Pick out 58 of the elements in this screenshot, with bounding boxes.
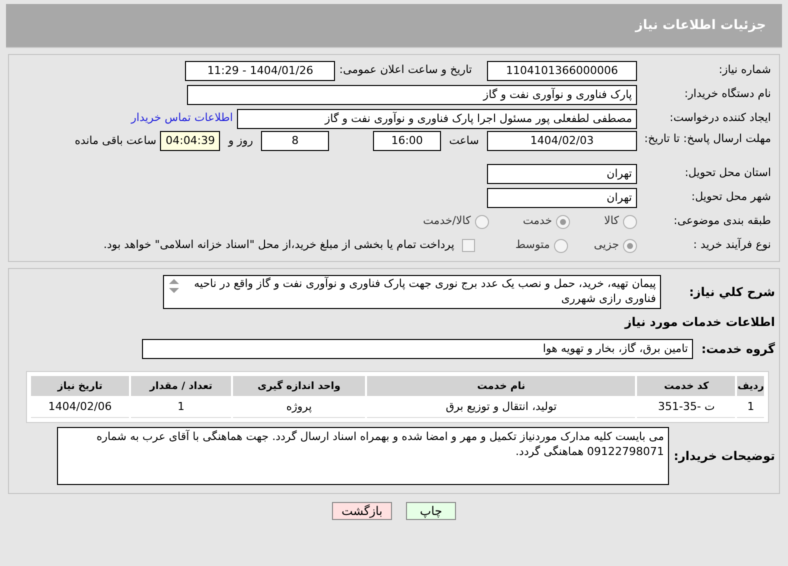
column-header: واحد اندازه گیری bbox=[233, 376, 365, 396]
field-label: استان محل تحویل: bbox=[684, 165, 772, 182]
remaining-label: ساعت باقی مانده bbox=[74, 133, 156, 149]
scroll-arrows-icon bbox=[168, 278, 180, 294]
table-cell: تولید، انتقال و توزیع برق bbox=[367, 398, 636, 418]
radio-button[interactable] bbox=[556, 214, 570, 228]
field-value: تهران bbox=[487, 164, 637, 184]
radio-button[interactable] bbox=[623, 238, 637, 252]
field-label: شرح کلي نياز: bbox=[688, 284, 776, 301]
table-cell: پروژه bbox=[233, 398, 365, 418]
column-header: نام خدمت bbox=[367, 376, 636, 396]
field-value: 16:00 bbox=[373, 131, 442, 151]
column-header: ردیف bbox=[737, 376, 764, 396]
radio-label: متوسط bbox=[515, 237, 550, 254]
field-value: تامین برق، گاز، بخار و تهویه هوا bbox=[142, 339, 693, 359]
description-textarea[interactable]: پیمان تهیه، خرید، حمل و نصب یک عدد برج نوری جهت پارک فناوری و نوآوری نفت و گاز واقع در ناحیه فناوری رازی شهرری bbox=[163, 275, 661, 309]
field-label: ایجاد کننده درخواست: bbox=[668, 110, 772, 126]
field-value: پارک فناوری و نوآوری نفت و گاز bbox=[187, 84, 637, 104]
field-label: گروه خدمت: bbox=[700, 341, 776, 358]
radio-label: جزیی bbox=[594, 237, 619, 254]
radio-label: خدمت bbox=[522, 213, 552, 230]
contact-link[interactable]: اطلاعات تماس خریدار bbox=[131, 110, 233, 127]
field-value: 8 bbox=[261, 131, 330, 151]
field-label: توضیحات خریدار: bbox=[672, 448, 776, 465]
field-value: 04:04:39 bbox=[160, 131, 220, 151]
field-label: طبقه بندی موضوعی: bbox=[672, 213, 772, 230]
field-label: شماره نیاز: bbox=[718, 62, 772, 78]
time-label: ساعت bbox=[449, 133, 479, 149]
checkbox-label: پرداخت تمام یا بخشی از مبلغ خرید،از محل "اسناد خزانه اسلامی" خواهد بود. bbox=[104, 237, 454, 254]
days-label: روز و bbox=[228, 133, 254, 149]
back-button[interactable]: بازگشت bbox=[332, 502, 392, 520]
table-cell: 1 bbox=[737, 398, 764, 418]
field-value: 1104101366000006 bbox=[487, 60, 637, 80]
radio-label: کالا/خدمت bbox=[423, 213, 471, 230]
field-label: تاریخ و ساعت اعلان عمومی: bbox=[339, 62, 472, 78]
field-value: تهران bbox=[487, 188, 637, 208]
radio-label: کالا bbox=[604, 213, 619, 230]
field-value: 1404/02/03 bbox=[487, 131, 637, 151]
notes-textarea[interactable]: می بایست کلیه مدارک موردنیاز تکمیل و مهر و امضا شده و بهمراه اسناد ارسال گردد. جهت هماهنگی با آقای عرب به شماره 09122798071 هماهنگی گردد. bbox=[57, 427, 669, 485]
radio-button[interactable] bbox=[623, 214, 637, 228]
field-label: مهلت ارسال پاسخ: تا تاریخ: bbox=[643, 131, 772, 147]
radio-button[interactable] bbox=[474, 214, 489, 228]
table-cell: 1 bbox=[131, 398, 231, 418]
field-value: 1404/01/26 - 11:29 bbox=[185, 60, 336, 80]
field-label: شهر محل تحویل: bbox=[690, 189, 772, 206]
table-cell: ت -35-351 bbox=[637, 398, 736, 418]
checkbox[interactable] bbox=[462, 239, 476, 252]
field-label: نوع فرآیند خرید : bbox=[692, 237, 772, 254]
column-header: کد خدمت bbox=[637, 376, 736, 396]
print-button[interactable]: چاپ bbox=[406, 502, 456, 520]
radio-button[interactable] bbox=[554, 238, 568, 252]
column-header: تاریخ نیاز bbox=[31, 376, 129, 396]
table-cell: 1404/02/06 bbox=[31, 398, 129, 418]
column-header: تعداد / مقدار bbox=[131, 376, 231, 396]
section-title: اطلاعات خدمات مورد نياز bbox=[623, 314, 776, 331]
field-value: مصطفی لطفعلی پور مسئول اجرا پارک فناوری و نوآوری نفت و گاز bbox=[237, 108, 637, 128]
field-label: نام دستگاه خریدار: bbox=[683, 86, 772, 102]
page-title: جزئیات اطلاعات نیاز bbox=[635, 16, 766, 35]
